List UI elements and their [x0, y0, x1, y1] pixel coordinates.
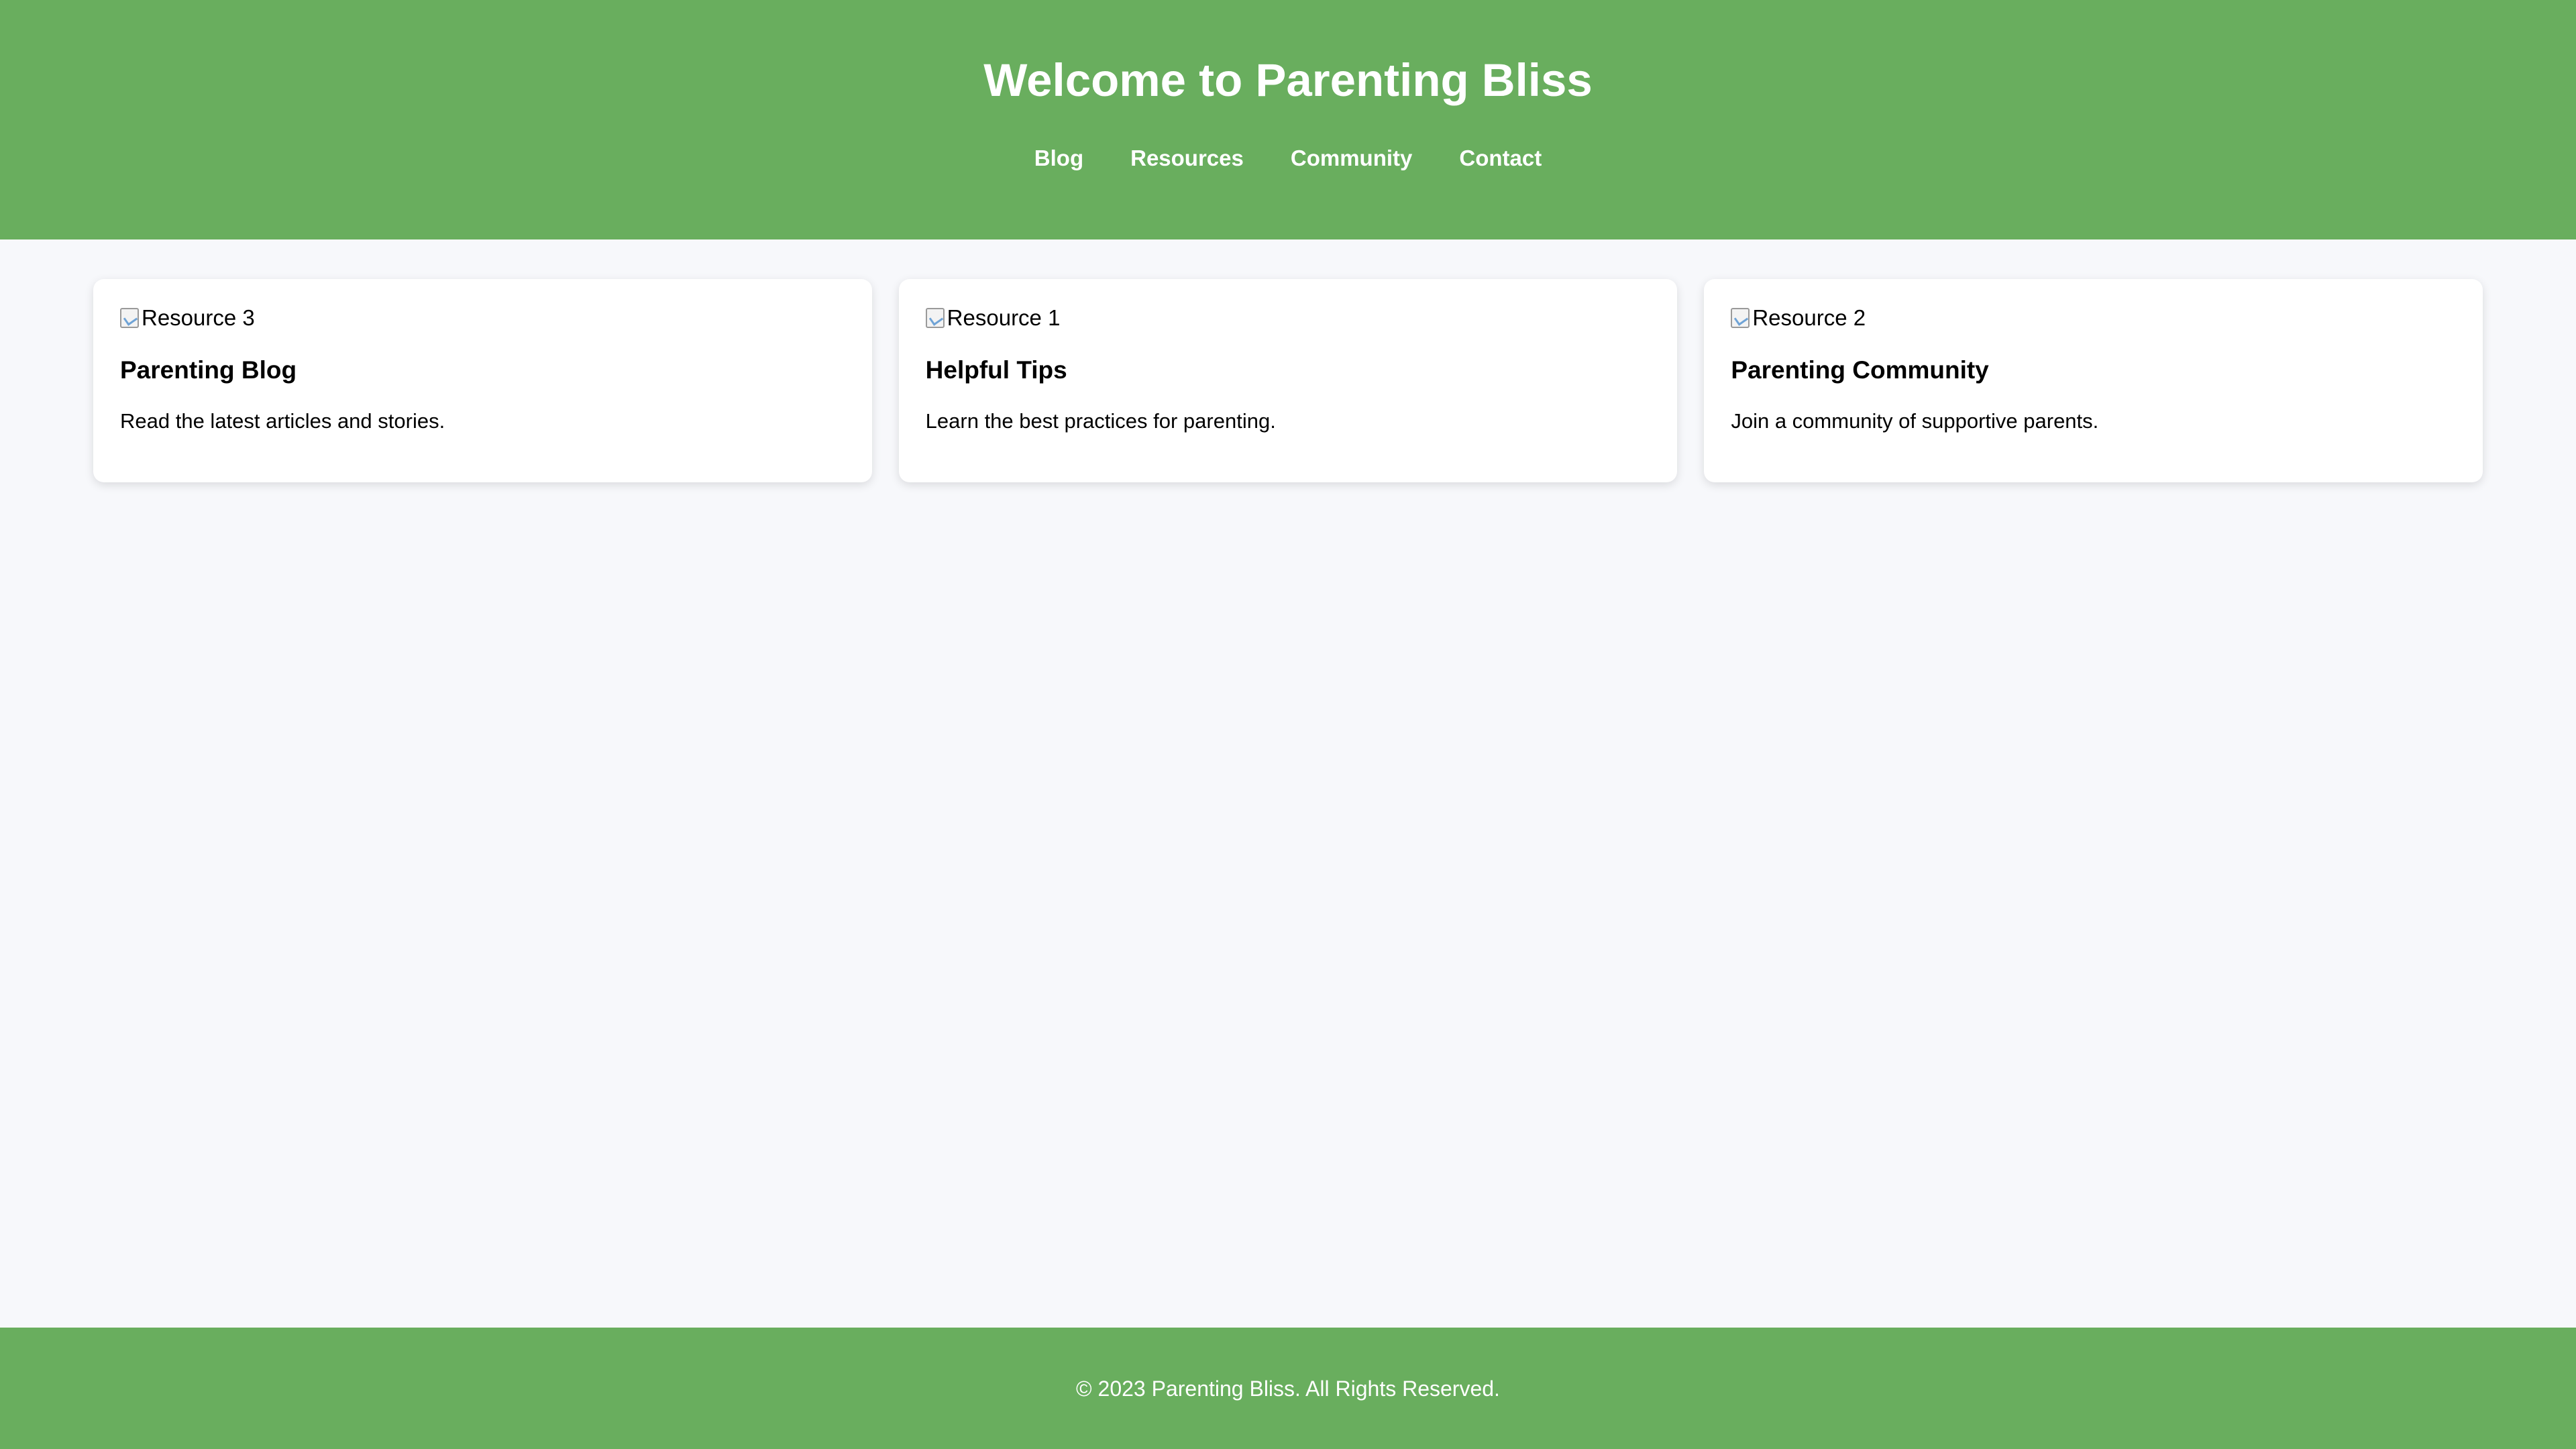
card-image-alt: Resource 1 — [947, 305, 1061, 330]
page: Welcome to Parenting Bliss Blog Resource… — [0, 0, 2576, 1449]
nav-link-resources[interactable]: Resources — [1107, 145, 1267, 172]
card-title: Helpful Tips — [925, 356, 1067, 384]
card-image-alt: Resource 3 — [142, 305, 255, 330]
main-navigation: Blog Resources Community Contact — [1011, 145, 1565, 172]
resource-card-parenting-community[interactable]: Resource 2 Parenting Community Join a co… — [1704, 279, 2483, 482]
main-content: Resource 3 Parenting Blog Read the lates… — [0, 239, 2576, 1328]
resource-card-parenting-blog[interactable]: Resource 3 Parenting Blog Read the lates… — [93, 279, 872, 482]
broken-image-icon — [1731, 308, 1750, 328]
card-image[interactable]: Resource 3 — [120, 305, 845, 331]
broken-image-icon — [925, 308, 945, 328]
broken-image-icon — [120, 308, 139, 328]
site-title: Welcome to Parenting Bliss — [983, 54, 1593, 106]
card-description: Join a community of supportive parents. — [1731, 409, 2099, 433]
card-title: Parenting Community — [1731, 356, 1989, 384]
nav-link-community[interactable]: Community — [1267, 145, 1436, 172]
resource-cards: Resource 3 Parenting Blog Read the lates… — [93, 279, 2483, 482]
card-image-alt: Resource 2 — [1752, 305, 1866, 330]
card-description: Learn the best practices for parenting. — [925, 409, 1276, 433]
card-image[interactable]: Resource 2 — [1731, 305, 2456, 331]
copyright-text: © 2023 Parenting Bliss. All Rights Reser… — [1076, 1376, 1500, 1401]
site-footer: © 2023 Parenting Bliss. All Rights Reser… — [0, 1328, 2576, 1449]
nav-link-contact[interactable]: Contact — [1436, 145, 1565, 172]
card-title: Parenting Blog — [120, 356, 297, 384]
nav-link-blog[interactable]: Blog — [1011, 145, 1107, 172]
card-image[interactable]: Resource 1 — [925, 305, 1651, 331]
resource-card-helpful-tips[interactable]: Resource 1 Helpful Tips Learn the best p… — [898, 279, 1678, 482]
card-description: Read the latest articles and stories. — [120, 409, 445, 433]
site-header: Welcome to Parenting Bliss Blog Resource… — [0, 0, 2576, 239]
